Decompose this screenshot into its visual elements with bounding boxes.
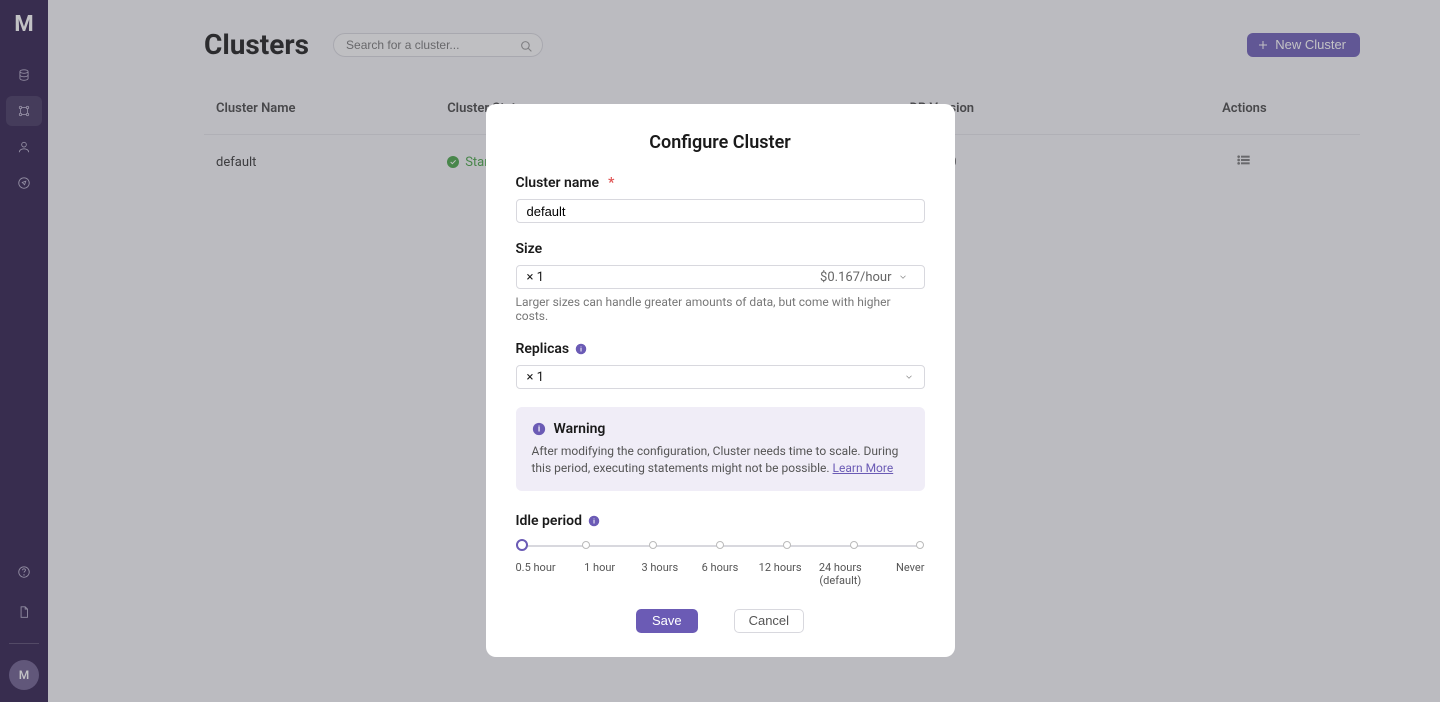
learn-more-link[interactable]: Learn More [833, 461, 894, 475]
replicas-value: × 1 [527, 370, 544, 385]
modal-title: Configure Cluster [516, 132, 925, 153]
slider-label: Never [876, 561, 924, 587]
warning-title: Warning [554, 421, 606, 437]
cancel-button[interactable]: Cancel [734, 609, 804, 633]
save-button[interactable]: Save [636, 609, 698, 633]
slider-label: 3 hours [636, 561, 684, 587]
size-label: Size [516, 241, 925, 257]
svg-text:i: i [593, 517, 595, 525]
warning-box: i Warning After modifying the configurat… [516, 407, 925, 491]
svg-text:i: i [537, 425, 539, 434]
idle-period-label: Idle period i [516, 513, 925, 529]
size-hint: Larger sizes can handle greater amounts … [516, 295, 925, 323]
size-select[interactable]: × 1 $0.167/hour [516, 265, 925, 289]
warning-info-icon: i [532, 422, 546, 436]
configure-cluster-modal: Configure Cluster Cluster name* Size × 1… [486, 104, 955, 657]
cluster-name-input[interactable] [516, 199, 925, 223]
replicas-select[interactable]: × 1 [516, 365, 925, 389]
slider-label: 24 hours (default) [816, 561, 864, 587]
chevron-down-icon [898, 272, 908, 282]
cluster-name-label: Cluster name* [516, 175, 925, 191]
slider-label: 12 hours [756, 561, 804, 587]
slider-label: 0.5 hour [516, 561, 564, 587]
slider-handle[interactable] [516, 539, 528, 551]
slider-label: 1 hour [576, 561, 624, 587]
size-value: × 1 [527, 270, 544, 285]
info-icon[interactable]: i [575, 343, 587, 355]
info-icon[interactable]: i [588, 515, 600, 527]
idle-period-slider[interactable] [516, 537, 925, 557]
slider-label: 6 hours [696, 561, 744, 587]
replicas-label: Replicas i [516, 341, 925, 357]
size-price: $0.167/hour [820, 270, 891, 285]
svg-text:i: i [580, 345, 582, 353]
chevron-down-icon [904, 372, 914, 382]
modal-overlay[interactable]: Configure Cluster Cluster name* Size × 1… [0, 0, 1440, 702]
